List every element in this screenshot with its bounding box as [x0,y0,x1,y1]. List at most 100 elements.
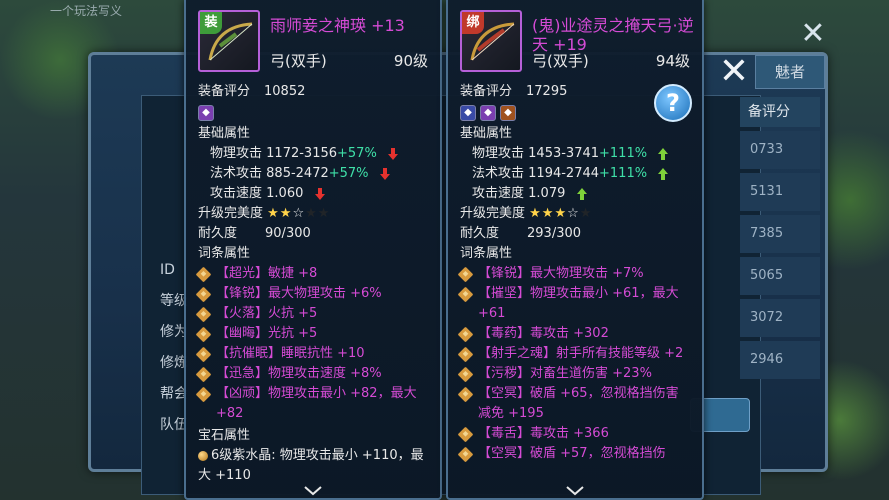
affix-header: 词条属性 [198,246,251,261]
stat-label: 法术攻击 [472,166,525,181]
item-name: (鬼)业途灵之掩天弓·逆天 +19 [532,16,694,54]
arrow-down-icon [314,187,325,200]
affix-line: 【毒药】毒攻击 +302 [457,324,696,344]
stat-delta: +111% [599,166,648,181]
close-tooltip-icon[interactable]: ✕ [714,52,754,92]
score-column-header: 备评分 [740,97,820,127]
stat-delta: +57% [328,166,369,181]
base-attr-header: 基础属性 [198,126,251,141]
score-cell: 3072 [740,299,820,337]
socket-row: ◆ [198,102,434,124]
equipped-item-tooltip: 装 雨师妾之神瑛 +13 弓(双手) 90级 装备评分 10852 ◆ 基础属性 … [184,0,442,500]
score-cell: 2946 [740,341,820,379]
score-value: 10852 [264,84,306,99]
upgrade-row: 升级完美度 ★★☆★★ [198,204,434,224]
affix-line: 【锋锐】最大物理攻击 +7% [457,264,696,284]
bow-item-icon: 装 [198,10,260,72]
score-cell: 5065 [740,257,820,295]
item-level: 90级 [393,52,428,70]
background-close-icon[interactable]: ✕ [797,18,829,50]
affix-line: 【幽晦】光抗 +5 [195,324,434,344]
affix-line: 【迅急】物理攻击速度 +8% [195,364,434,384]
gem-bullet-icon [198,450,208,461]
blue-gem-icon: ◆ [460,105,476,121]
upgrade-stars: ★★☆★★ [267,206,331,221]
upgrade-label: 升级完美度 [198,206,264,221]
stat-value: 1.060 [266,186,304,201]
affix-line: 【射手之魂】射手所有技能等级 +2 [457,344,690,364]
stat-value: 885-2472 [266,166,329,181]
upgrade-stars: ★★★☆★ [529,206,593,221]
affix-line: 【凶顽】物理攻击最小 +82，最大 +82 [195,384,420,424]
score-label: 装备评分 [460,84,513,99]
stat-label: 法术攻击 [210,166,263,181]
item-header: 装 雨师妾之神瑛 +13 弓(双手) 90级 [186,0,440,80]
background-top-text: 一个玩法写义 [50,4,123,18]
score-row: 装备评分 10852 [198,82,434,102]
arrow-down-icon [379,167,390,180]
affix-line: 【毒舌】毒攻击 +366 [457,424,696,444]
stat-row: 物理攻击 1172-3156+57% [198,144,434,164]
stat-delta: +57% [337,146,377,161]
stat-value: 1.079 [528,186,566,201]
stat-label: 物理攻击 [472,146,525,161]
arrow-up-icon [576,187,587,200]
gem-line: 6级紫水晶: 物理攻击最小 +110，最大 +110 [198,448,424,483]
bound-badge: 绑 [462,12,484,34]
score-cell: 7385 [740,215,820,253]
affix-line: 【抗催眠】睡眠抗性 +10 [195,344,434,364]
affix-line: 【锋锐】最大物理攻击 +6% [195,284,434,304]
item-type: 弓(双手) [270,52,327,70]
durability-label: 耐久度 [460,226,500,241]
stat-row: 攻击速度 1.060 [198,184,434,204]
durability-value: 293/300 [527,226,582,241]
score-cell: 5131 [740,173,820,211]
chevron-down-icon[interactable] [566,486,584,496]
stat-label: 物理攻击 [210,146,263,161]
affix-line: 【超光】敏捷 +8 [195,264,434,284]
arrow-up-icon [658,167,669,180]
stat-label: 攻击速度 [210,186,263,201]
stat-label: 攻击速度 [472,186,525,201]
item-details: 装备评分 10852 ◆ 基础属性 物理攻击 1172-3156+57% 法术攻击… [195,82,434,486]
score-row: 装备评分 17295 [460,82,696,102]
socket-row: ◆ ◆ ◆ [460,102,696,124]
affix-line: 【火落】火抗 +5 [195,304,434,324]
item-type: 弓(双手) [532,52,589,70]
item-header: 绑 (鬼)业途灵之掩天弓·逆天 +19 弓(双手) 94级 [448,0,702,80]
purple-gem-icon: ◆ [480,105,496,121]
score-cell: 0733 [740,131,820,169]
chevron-down-icon[interactable] [304,486,322,496]
stat-delta: +111% [599,146,648,161]
stat-value: 1453-3741 [528,146,600,161]
compared-item-tooltip: 绑 (鬼)业途灵之掩天弓·逆天 +19 弓(双手) 94级 ? 装备评分 1729… [446,0,704,500]
upgrade-row: 升级完美度 ★★★☆★ [460,204,696,224]
stat-row: 法术攻击 885-2472+57% [198,164,434,184]
item-name: 雨师妾之神瑛 +13 [270,16,405,35]
tab-meizhe[interactable]: 魅者 [755,55,825,89]
affix-header: 词条属性 [460,246,513,261]
affix-line: 【摧坚】物理攻击最小 +61，最大 +61 [457,284,690,324]
affix-line: 【空冥】破盾 +57，忽视格挡伤 [457,444,696,464]
stat-row: 攻击速度 1.079 [460,184,696,204]
item-level: 94级 [655,52,690,70]
stat-value: 1194-2744 [528,166,600,181]
arrow-down-icon [387,147,398,160]
durability-label: 耐久度 [198,226,238,241]
score-label: 装备评分 [198,84,251,99]
item-details: 装备评分 17295 ◆ ◆ ◆ 基础属性 物理攻击 1453-3741+111%… [457,82,696,464]
background-score-column: 备评分 0733 5131 7385 5065 3072 2946 [740,97,820,379]
orange-gem-icon: ◆ [500,105,516,121]
affix-line: 【污秽】对畜生道伤害 +23% [457,364,696,384]
affix-line: 【空冥】破盾 +65，忽视格挡伤害减免 +195 [457,384,690,424]
upgrade-label: 升级完美度 [460,206,526,221]
equipped-badge: 装 [200,12,222,34]
score-value: 17295 [526,84,568,99]
durability-value: 90/300 [265,226,311,241]
stat-row: 物理攻击 1453-3741+111% [460,144,696,164]
gem-header: 宝石属性 [198,428,251,443]
arrow-up-icon [658,147,669,160]
base-attr-header: 基础属性 [460,126,513,141]
bow-item-icon: 绑 [460,10,522,72]
durability-row: 耐久度 293/300 [460,224,696,244]
